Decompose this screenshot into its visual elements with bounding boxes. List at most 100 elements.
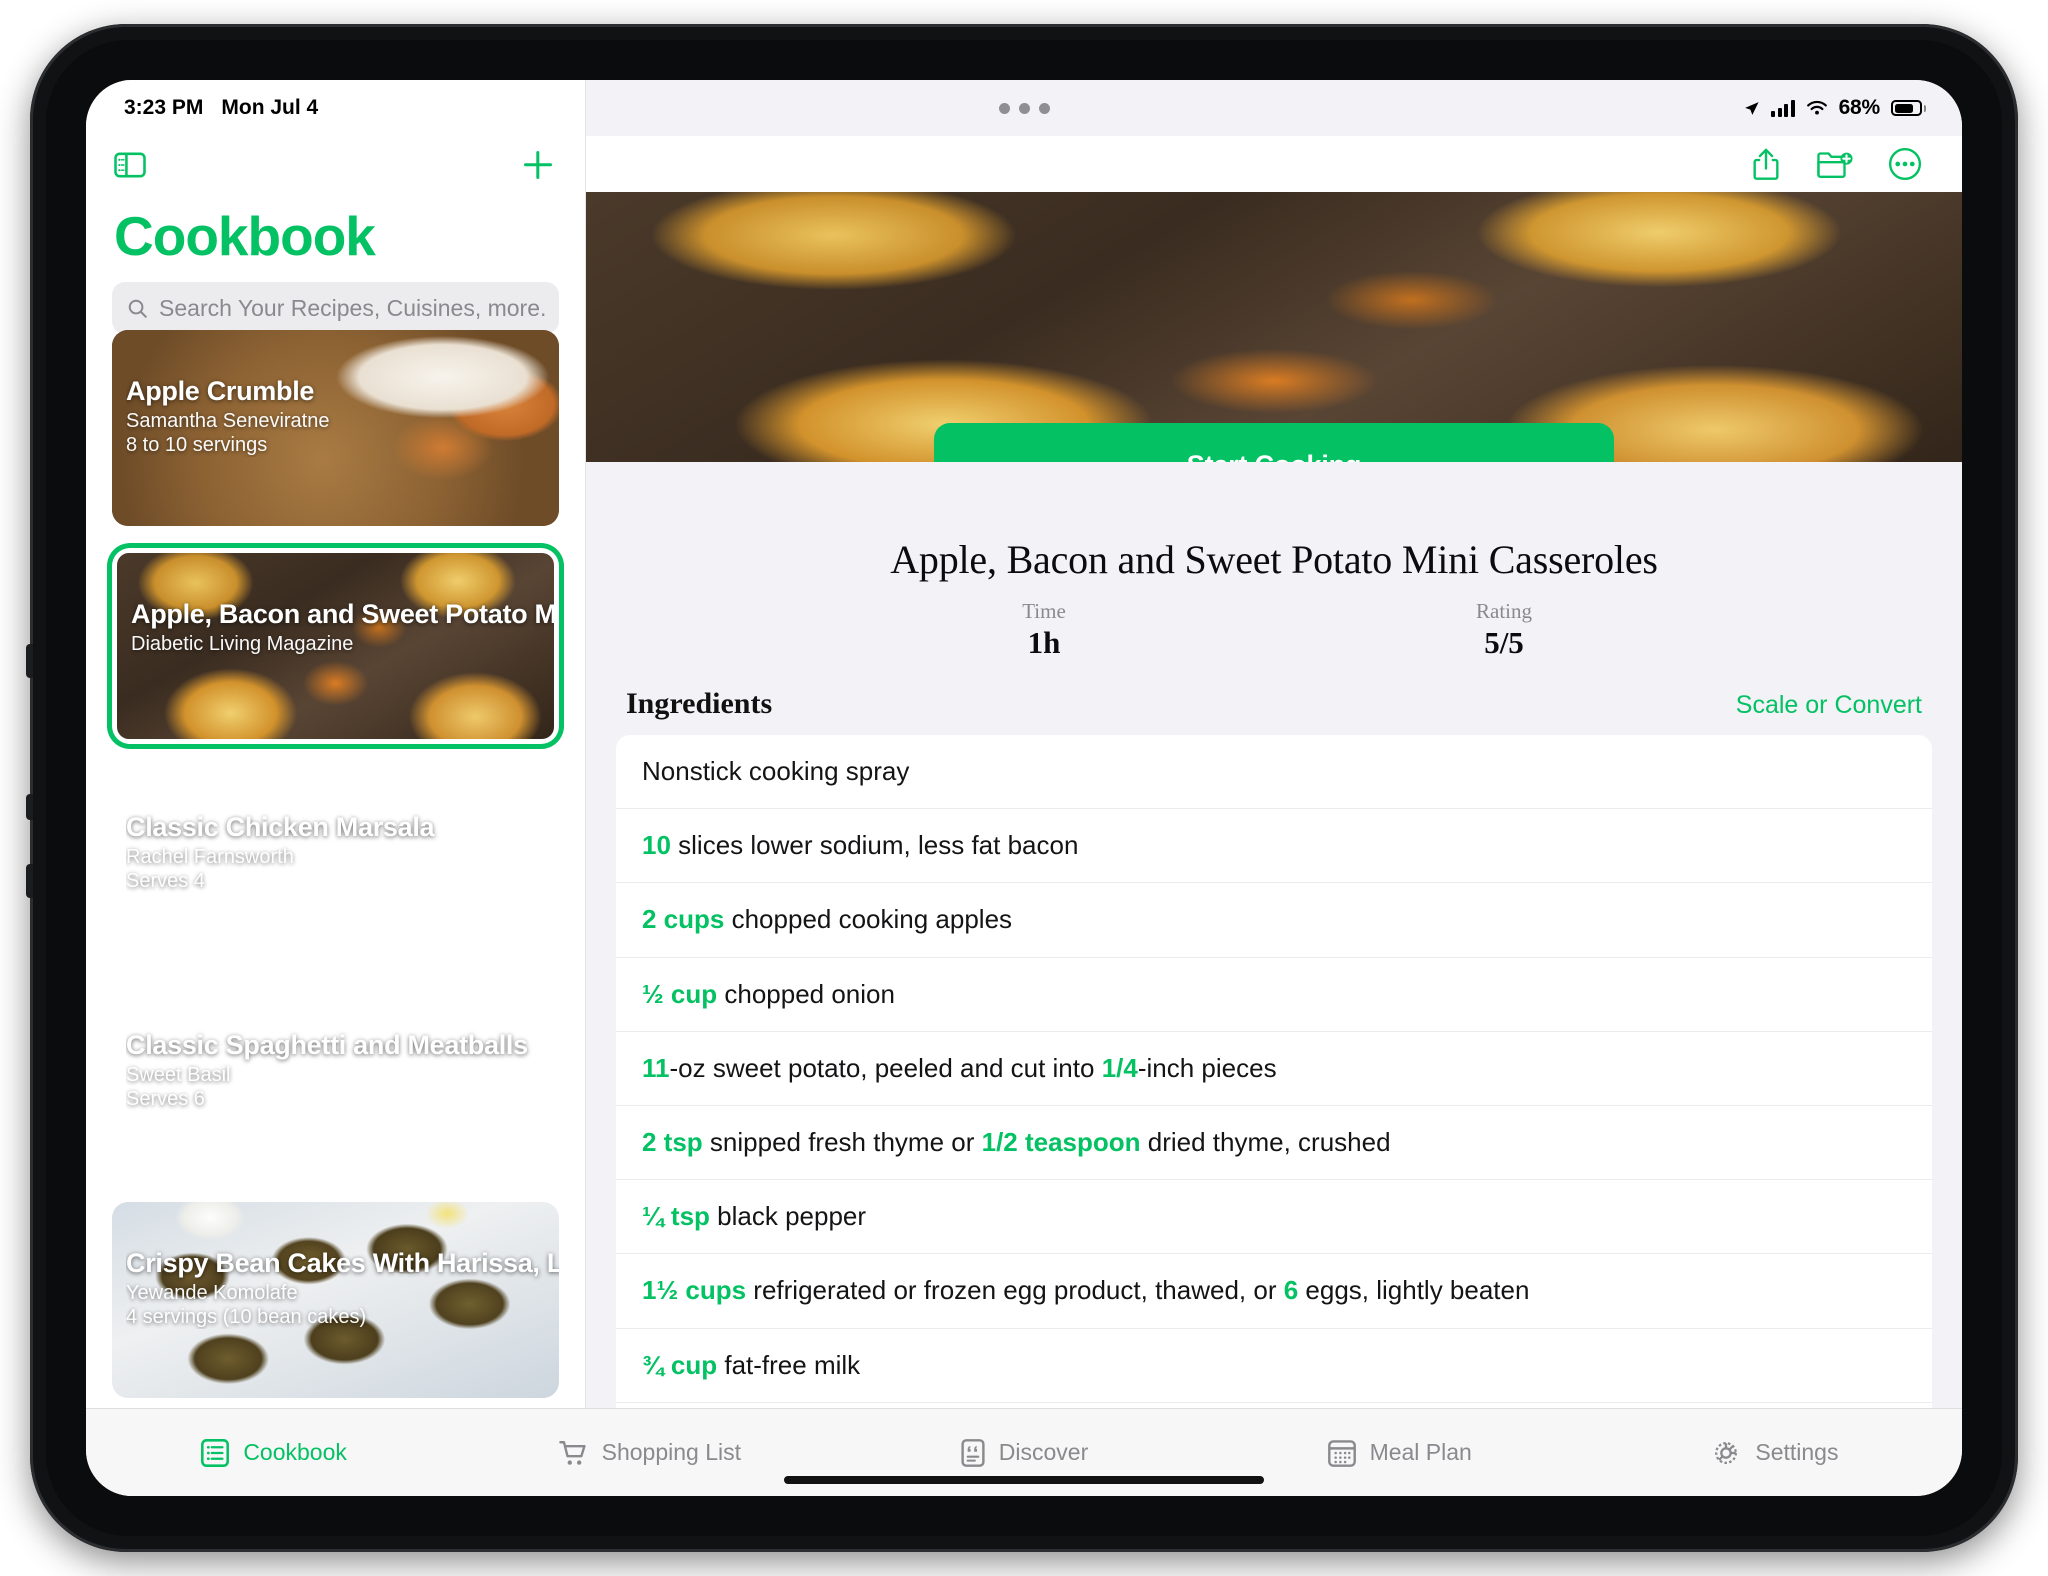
ingredient-text: -inch pieces [1137,1052,1277,1083]
page-title: Cookbook [114,205,376,267]
tab-label: Cookbook [243,1439,347,1465]
tab-cookbook[interactable]: Cookbook [86,1409,461,1496]
tab-settings[interactable]: Settings [1587,1409,1962,1496]
ingredient-quantity: 11 [642,1052,670,1083]
app-body: Cookbook Search Your Recipes, Cuisines, … [86,80,1962,1408]
ingredient-quantity: 10 [642,830,671,861]
ingredient-text: refrigerated or frozen egg product, thaw… [746,1275,1284,1306]
ingredient-row[interactable]: Nonstick cooking spray [616,735,1932,810]
meta-rating-label: Rating [1476,599,1532,623]
meta-rating-value: 5/5 [1484,625,1524,660]
add-recipe-button[interactable] [521,148,555,182]
search-field[interactable] [112,282,559,334]
recipe-title: Apple, Bacon and Sweet Potato Mini Casse… [890,537,1658,582]
ingredient-text: chopped cooking apples [724,904,1013,935]
ingredients-list: Nonstick cooking spray 10 slices lower so… [616,735,1932,1408]
recipe-card-author: Diabetic Living Magazine [131,633,354,655]
sidebar-toolbar [86,136,585,194]
gear-icon [1715,1441,1738,1464]
ipad-device-frame: 3:23 PM Mon Jul 4 68% Cookbook Search Yo… [26,24,2018,1552]
tab-label: Discover [998,1439,1089,1465]
tab-shopping-list[interactable]: Shopping List [461,1409,836,1496]
recipe-card-servings: 8 to 10 servings [126,434,268,456]
ingredient-quantity: 2 tsp [642,1126,703,1157]
power-button[interactable] [26,644,33,678]
start-cooking-button[interactable]: Start Cooking [934,423,1614,462]
ingredient-text: snipped fresh thyme or [702,1126,982,1157]
ingredient-row[interactable]: 2 cups chopped cooking apples [616,883,1932,958]
ingredient-row[interactable]: 10 slices lower sodium, less fat bacon [616,809,1932,884]
recipe-card-text: Classic Chicken Marsala Rachel Farnswort… [126,812,559,893]
ingredient-quantity: 6 [1283,1275,1299,1306]
recipe-card-title: Crispy Bean Cakes With Harissa, Lemon an… [126,1248,559,1278]
meta-time-label: Time [1022,599,1066,623]
scale-or-convert-link[interactable]: Scale or Convert [1736,691,1922,720]
recipe-card-title: Apple Crumble [126,376,315,406]
ingredient-text: black pepper [709,1201,867,1232]
ingredient-text: Nonstick cooking spray [642,756,910,786]
ingredient-row[interactable]: 1½ cups refrigerated or frozen egg produ… [616,1254,1932,1329]
meta-time-value: 1h [1027,625,1061,660]
recipe-card[interactable]: Classic Spaghetti and Meatballs Sweet Ba… [112,984,559,1180]
recipe-hero-image: Start Cooking [586,192,1962,462]
recipe-card-author: Rachel Farnsworth [126,846,294,868]
search-icon [128,299,147,318]
tab-label: Settings [1755,1439,1839,1465]
ingredient-text: chopped onion [717,978,895,1009]
recipe-card-author: Sweet Basil [126,1064,231,1086]
recipe-card-text: Apple, Bacon and Sweet Potato Mini Casse… [131,599,554,657]
ingredient-row[interactable]: ½ cup chopped onion [616,958,1932,1032]
recipe-card-text: Crispy Bean Cakes With Harissa, Lemon an… [126,1248,559,1329]
search-input[interactable] [159,294,545,322]
tab-meal-plan[interactable]: Meal Plan [1212,1409,1587,1496]
calendar-icon [1327,1439,1356,1467]
meta-rating: Rating 5/5 [1274,599,1734,661]
recipe-card-selected[interactable]: Apple, Bacon and Sweet Potato Mini Casse… [112,548,559,744]
cookbook-list-icon [201,1438,230,1467]
ingredient-row[interactable]: 11-oz sweet potato, peeled and cut into … [616,1032,1932,1106]
volume-up-button[interactable] [26,794,33,820]
ingredient-quantity: 1/4 [1101,1052,1138,1083]
hero-photo [586,192,1962,462]
ingredient-row[interactable]: 2 tsp snipped fresh thyme or 1/2 teaspoo… [616,1106,1932,1181]
recipe-card[interactable]: Crispy Bean Cakes With Harissa, Lemon an… [112,1202,559,1398]
cookbook-app: Cookbook Search Your Recipes, Cuisines, … [86,80,1962,1496]
volume-down-button[interactable] [26,864,33,898]
recipe-list[interactable]: Apple Crumble Samantha Seneviratne 8 to … [86,330,585,1408]
tab-label: Shopping List [601,1439,741,1465]
ingredient-quantity: 2 cups [642,904,725,935]
recipe-card[interactable]: Classic Chicken Marsala Rachel Farnswort… [112,766,559,962]
recipe-detail-pane: Start Cooking Apple, Bacon and Sweet Pot… [586,80,1962,1408]
ingredient-row[interactable]: ¾ cup fat-free milk [616,1329,1932,1403]
recipe-card-text: Apple Crumble Samantha Seneviratne 8 to … [126,376,559,457]
tab-label: Meal Plan [1369,1439,1472,1465]
recipe-meta-row: Time 1h Rating 5/5 [586,599,1962,661]
ingredients-heading: Ingredients [626,687,773,720]
ingredient-text: dried thyme, crushed [1140,1126,1391,1157]
recipe-card-author: Samantha Seneviratne [126,410,330,432]
share-icon[interactable] [1750,147,1782,181]
ingredient-quantity: ½ cup [642,978,718,1009]
recipe-card-author: Yewande Komolafe [126,1282,298,1304]
recipe-detail-scroll[interactable]: Apple, Bacon and Sweet Potato Mini Casse… [586,462,1962,1408]
discover-quote-icon [961,1438,985,1467]
sidebar: Cookbook Search Your Recipes, Cuisines, … [86,80,586,1408]
meta-time: Time 1h [814,599,1274,661]
sidebar-toggle-icon[interactable] [114,152,146,178]
ingredient-text: slices lower sodium, less fat bacon [670,830,1079,861]
recipe-card[interactable]: Apple Crumble Samantha Seneviratne 8 to … [112,330,559,526]
ingredient-quantity: 1½ cups [642,1275,747,1306]
ingredient-text: fat-free milk [717,1349,861,1380]
ingredients-header: Ingredients Scale or Convert [586,661,1962,735]
recipe-card-title: Apple, Bacon and Sweet Potato Mini Casse… [131,599,554,629]
recipe-card-title: Classic Spaghetti and Meatballs [126,1030,528,1060]
add-to-folder-icon[interactable] [1816,148,1854,180]
shopping-cart-icon [558,1440,586,1465]
ingredient-text: eggs, lightly beaten [1298,1275,1530,1306]
recipe-card-servings: Serves 4 [126,870,205,892]
recipe-card-text: Classic Spaghetti and Meatballs Sweet Ba… [126,1030,559,1111]
recipe-card-servings: Serves 6 [126,1088,205,1110]
home-indicator[interactable] [784,1476,1264,1484]
more-ellipsis-icon[interactable] [1888,147,1922,181]
ingredient-row[interactable]: ¼ tsp black pepper [616,1180,1932,1255]
